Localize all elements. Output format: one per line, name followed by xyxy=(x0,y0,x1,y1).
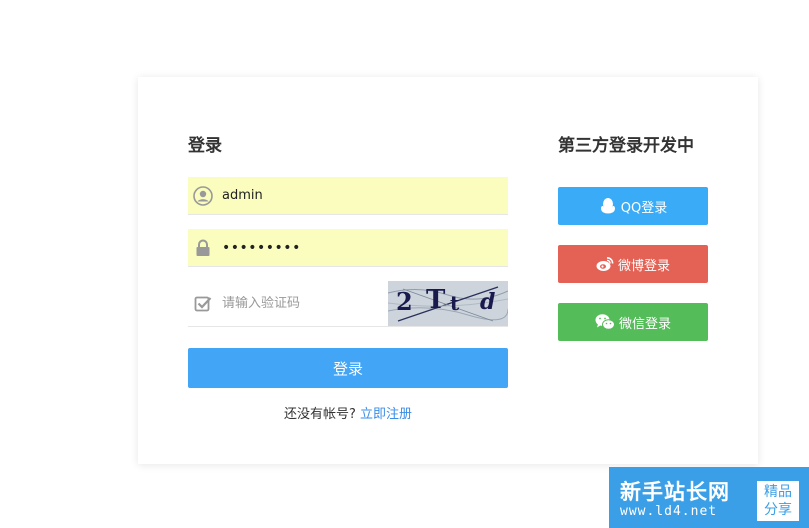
checkbox-icon xyxy=(190,285,216,322)
password-field[interactable] xyxy=(188,229,508,267)
captcha-char: t xyxy=(450,291,460,315)
qq-login-label: QQ登录 xyxy=(620,200,668,216)
username-field[interactable] xyxy=(188,177,508,215)
qq-login-button[interactable]: QQ登录 xyxy=(558,187,708,225)
captcha-image[interactable]: 2 T t d xyxy=(388,281,508,326)
wechat-icon xyxy=(595,313,615,331)
watermark-badge-line2: 分享 xyxy=(764,502,792,518)
weibo-login-label: 微博登录 xyxy=(617,258,670,274)
username-input[interactable] xyxy=(222,188,472,203)
watermark-title: 新手站长网 xyxy=(620,480,730,504)
register-link[interactable]: 立即注册 xyxy=(360,407,412,422)
weibo-login-button[interactable]: 微博登录 xyxy=(558,245,708,283)
login-card: 登录 admin ••••••••• 请输入验证码 2 T t d 登录 还没有… xyxy=(138,77,758,464)
captcha-char: 2 xyxy=(396,287,413,316)
captcha-field[interactable]: 2 T t d xyxy=(188,281,508,327)
third-party-title: 第三方登录开发中 xyxy=(558,136,694,156)
weibo-icon xyxy=(596,256,614,272)
register-prompt: 还没有帐号? xyxy=(283,407,356,422)
wechat-login-label: 微信登录 xyxy=(618,316,671,332)
captcha-char: d xyxy=(480,289,496,315)
lock-icon xyxy=(190,229,216,266)
user-icon xyxy=(190,177,216,214)
watermark-badge: 精品 分享 xyxy=(757,481,799,521)
qq-icon xyxy=(599,197,617,215)
wechat-login-button[interactable]: 微信登录 xyxy=(558,303,708,341)
password-input[interactable] xyxy=(222,239,472,256)
login-button[interactable]: 登录 xyxy=(188,348,508,388)
watermark-logo: 新手站长网 www.ld4.net 精品 分享 xyxy=(609,467,809,528)
login-title: 登录 xyxy=(188,136,222,156)
register-row: 还没有帐号? 立即注册 xyxy=(188,403,508,422)
captcha-char: T xyxy=(426,285,446,315)
watermark-url: www.ld4.net xyxy=(620,504,718,519)
watermark-badge-line1: 精品 xyxy=(764,484,792,500)
